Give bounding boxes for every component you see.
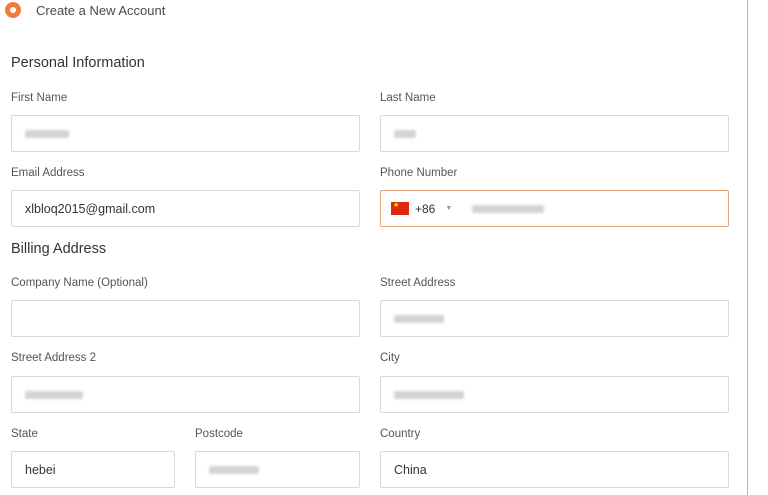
email-label: Email Address — [11, 167, 85, 179]
redacted-value — [25, 390, 83, 399]
city-input[interactable] — [380, 376, 729, 413]
redacted-value — [394, 314, 444, 323]
phone-label: Phone Number — [380, 167, 458, 179]
company-label: Company Name (Optional) — [11, 277, 148, 289]
state-value: hebei — [25, 462, 56, 477]
country-code: +86 — [415, 201, 436, 216]
phone-input[interactable]: ★ +86 ▼ — [380, 190, 729, 227]
state-label: State — [11, 428, 38, 440]
country-label: Country — [380, 428, 421, 440]
personal-info-title: Personal Information — [11, 55, 145, 71]
state-input[interactable]: hebei — [11, 451, 175, 488]
first-name-label: First Name — [11, 92, 68, 104]
last-name-input[interactable] — [380, 115, 729, 152]
caret-down-icon[interactable]: ▼ — [445, 205, 452, 212]
redacted-value — [394, 129, 416, 138]
redacted-value — [394, 390, 464, 399]
radio-selected-icon[interactable] — [5, 2, 21, 18]
redacted-value — [472, 204, 545, 213]
country-select[interactable]: China — [380, 451, 729, 488]
street-input[interactable] — [380, 300, 729, 337]
billing-address-title: Billing Address — [11, 241, 107, 257]
create-account-label: Create a New Account — [36, 2, 166, 18]
postcode-input[interactable] — [195, 451, 360, 488]
city-label: City — [380, 352, 400, 364]
email-input[interactable]: xlbloq2015@gmail.com — [11, 190, 360, 227]
company-input[interactable] — [11, 300, 360, 337]
first-name-input[interactable] — [11, 115, 360, 152]
redacted-value — [25, 129, 69, 138]
create-account-option[interactable]: Create a New Account — [5, 1, 165, 19]
redacted-value — [209, 465, 259, 474]
street-label: Street Address — [380, 277, 456, 289]
last-name-label: Last Name — [380, 92, 436, 104]
street2-label: Street Address 2 — [11, 352, 97, 364]
postcode-label: Postcode — [195, 428, 243, 440]
china-flag-icon[interactable]: ★ — [391, 202, 409, 215]
street2-input[interactable] — [11, 376, 360, 413]
panel-border — [747, 0, 748, 495]
country-value: China — [394, 462, 427, 477]
email-value: xlbloq2015@gmail.com — [25, 201, 156, 216]
